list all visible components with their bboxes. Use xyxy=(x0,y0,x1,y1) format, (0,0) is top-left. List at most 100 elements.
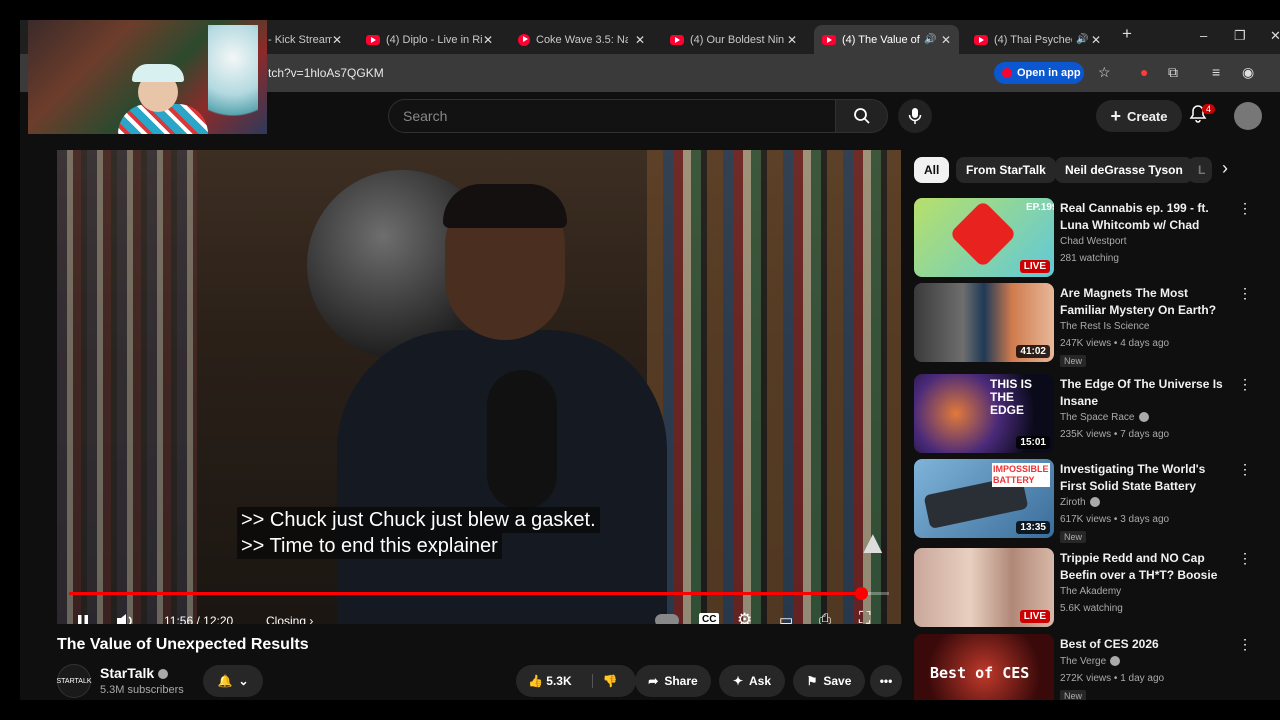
profile-icon[interactable]: ◉ xyxy=(1242,64,1254,81)
fullscreen-icon[interactable]: ⛶ xyxy=(859,610,870,624)
thumbnail-text: THIS IS THE EDGE xyxy=(990,377,1033,417)
close-icon[interactable]: ✕ xyxy=(635,33,645,47)
tab-title: (4) Diplo - Live in Rise xyxy=(386,33,483,46)
recommendation-item[interactable]: IMPOSSIBLE BATTERY 13:35 Investigating T… xyxy=(914,459,1264,543)
search-input[interactable]: Search xyxy=(388,99,836,133)
channel-name[interactable]: The Akademy xyxy=(1060,586,1121,597)
media-queue-icon[interactable]: ≡ xyxy=(1212,64,1220,80)
chapter-button[interactable]: Closing › xyxy=(266,614,313,624)
video-meta: 235K views • 7 days ago xyxy=(1060,429,1170,440)
close-icon[interactable]: ✕ xyxy=(941,33,951,47)
verified-icon xyxy=(1138,412,1149,423)
close-icon[interactable]: ✕ xyxy=(483,33,493,47)
recommendation-item[interactable]: LIVE Trippie Redd and NO Cap Beefin over… xyxy=(914,548,1264,628)
new-tab-icon[interactable]: + xyxy=(1122,24,1132,44)
video-title[interactable]: Real Cannabis ep. 199 - ft. Luna Whitcom… xyxy=(1060,200,1230,234)
restore-icon[interactable]: ❐ xyxy=(1234,28,1246,44)
more-vertical-icon[interactable]: ⋮ xyxy=(1238,461,1252,478)
plus-icon: + xyxy=(1110,105,1122,126)
browser-tab[interactable]: Coke Wave 3.5: Narco ✕ xyxy=(510,25,653,54)
browser-tab[interactable]: (4) Thai Psyched 🔊 ✕ xyxy=(966,25,1109,54)
more-vertical-icon[interactable]: ⋮ xyxy=(1238,550,1252,567)
video-thumbnail[interactable]: LIVE xyxy=(914,548,1054,627)
more-vertical-icon[interactable]: ⋮ xyxy=(1238,636,1252,653)
extensions-puzzle-icon[interactable]: ⧉ xyxy=(1168,64,1178,81)
progress-bar[interactable] xyxy=(69,587,889,600)
dislike-button[interactable]: 👎 xyxy=(591,674,618,688)
browser-tab[interactable]: (4) Diplo - Live in Rise ✕ xyxy=(358,25,501,54)
channel-name: The Space Race xyxy=(1060,412,1135,423)
like-button[interactable]: 👍 5.3K xyxy=(528,674,572,688)
window-close-icon[interactable]: ✕ xyxy=(1270,28,1280,44)
channel-avatar[interactable]: STARTALK xyxy=(57,664,92,698)
video-thumbnail[interactable]: EP.199 LIVE xyxy=(914,198,1054,277)
chip-topic[interactable]: Neil deGrasse Tyson xyxy=(1055,157,1193,183)
more-vertical-icon[interactable]: ⋮ xyxy=(1238,285,1252,302)
video-title[interactable]: The Edge Of The Universe Is Insane xyxy=(1060,376,1230,410)
cast-icon[interactable]: ⎙ xyxy=(819,611,831,624)
chevron-right-icon[interactable]: › xyxy=(1222,158,1228,179)
close-icon[interactable]: ✕ xyxy=(1091,33,1101,47)
browser-tab-active[interactable]: (4) The Value of U 🔊 ✕ xyxy=(814,25,959,54)
video-title[interactable]: Investigating The World's First Solid St… xyxy=(1060,461,1230,495)
close-icon[interactable]: ✕ xyxy=(787,33,797,47)
autoplay-toggle[interactable] xyxy=(655,614,679,624)
channel-name-link[interactable]: Ziroth xyxy=(1060,497,1100,508)
minimize-icon[interactable]: – xyxy=(1200,28,1207,43)
browser-tab[interactable]: (4) Our Boldest Ninte ✕ xyxy=(662,25,805,54)
subscribe-notification-button[interactable]: 🔔 ⌄ xyxy=(203,665,263,697)
recommendation-item[interactable]: 41:02 Are Magnets The Most Familiar Myst… xyxy=(914,283,1264,367)
youtube-icon xyxy=(974,34,988,45)
ask-button[interactable]: ✦ Ask xyxy=(719,665,785,697)
more-vertical-icon[interactable]: ⋮ xyxy=(1238,200,1252,217)
video-thumbnail[interactable]: 41:02 xyxy=(914,283,1054,362)
channel-name[interactable]: The Rest Is Science xyxy=(1060,321,1149,332)
video-title[interactable]: Best of CES 2026 xyxy=(1060,636,1230,653)
youtube-icon xyxy=(822,34,836,45)
save-label: Save xyxy=(823,674,852,688)
create-button[interactable]: + Create xyxy=(1096,100,1182,132)
channel-name[interactable]: Chad Westport xyxy=(1060,236,1127,247)
channel-name: StarTalk xyxy=(100,665,155,681)
chevron-right-icon: › xyxy=(309,614,314,624)
theater-mode-icon[interactable]: ▭ xyxy=(779,611,793,624)
search-button[interactable] xyxy=(835,99,888,133)
time-display: 11:56 / 12:20 xyxy=(164,614,234,624)
extension-icon[interactable]: ● xyxy=(1140,64,1148,80)
video-player[interactable]: >> Chuck just Chuck just blew a gasket. … xyxy=(57,150,901,624)
bookmark-star-icon[interactable]: ☆ xyxy=(1098,64,1111,81)
channel-name-link[interactable]: The Space Race xyxy=(1060,412,1149,423)
new-badge: New xyxy=(1060,690,1087,700)
avatar[interactable] xyxy=(1234,102,1262,130)
channel-name-link[interactable]: StarTalk xyxy=(100,665,169,681)
share-button[interactable]: ➦ Share xyxy=(635,665,711,697)
video-title[interactable]: Trippie Redd and NO Cap Beefin over a TH… xyxy=(1060,550,1230,584)
url-field[interactable]: tch?v=1hloAs7QGKM xyxy=(268,66,384,80)
settings-gear-icon[interactable]: ⚙ xyxy=(737,610,752,624)
speaker-icon[interactable]: 🔊 xyxy=(924,34,936,45)
channel-name-link[interactable]: The Verge xyxy=(1060,656,1121,667)
close-icon[interactable]: ✕ xyxy=(332,33,342,47)
chip-all[interactable]: All xyxy=(914,157,950,183)
chip-truncated[interactable]: L xyxy=(1188,157,1212,183)
subtitles-button[interactable]: CC xyxy=(699,613,720,624)
speaker-icon[interactable]: 🔊 xyxy=(1076,34,1088,45)
more-vertical-icon[interactable]: ⋮ xyxy=(1238,376,1252,393)
more-actions-button[interactable]: ••• xyxy=(870,665,902,697)
chip-from-channel[interactable]: From StarTalk xyxy=(956,157,1056,183)
recommendation-item[interactable]: Best of CES Best of CES 2026 The Verge 2… xyxy=(914,634,1264,700)
open-in-app-button[interactable]: Open in app xyxy=(994,62,1084,84)
volume-button[interactable] xyxy=(115,612,135,624)
video-thumbnail[interactable]: Best of CES xyxy=(914,634,1054,700)
browser-tab[interactable]: - Kick Stream ✕ xyxy=(260,25,350,54)
video-thumbnail[interactable]: THIS IS THE EDGE 15:01 xyxy=(914,374,1054,453)
recommendation-item[interactable]: THIS IS THE EDGE 15:01 The Edge Of The U… xyxy=(914,374,1264,454)
video-title[interactable]: Are Magnets The Most Familiar Mystery On… xyxy=(1060,285,1230,319)
voice-search-button[interactable] xyxy=(898,99,932,133)
thumbnail-text: Best of CES xyxy=(930,664,1030,682)
save-button[interactable]: ⚑ Save xyxy=(793,665,865,697)
video-thumbnail[interactable]: IMPOSSIBLE BATTERY 13:35 xyxy=(914,459,1054,538)
recommendation-item[interactable]: EP.199 LIVE Real Cannabis ep. 199 - ft. … xyxy=(914,198,1264,278)
channel-watermark-icon[interactable]: ▲ xyxy=(857,524,889,561)
pause-button[interactable] xyxy=(75,613,91,624)
